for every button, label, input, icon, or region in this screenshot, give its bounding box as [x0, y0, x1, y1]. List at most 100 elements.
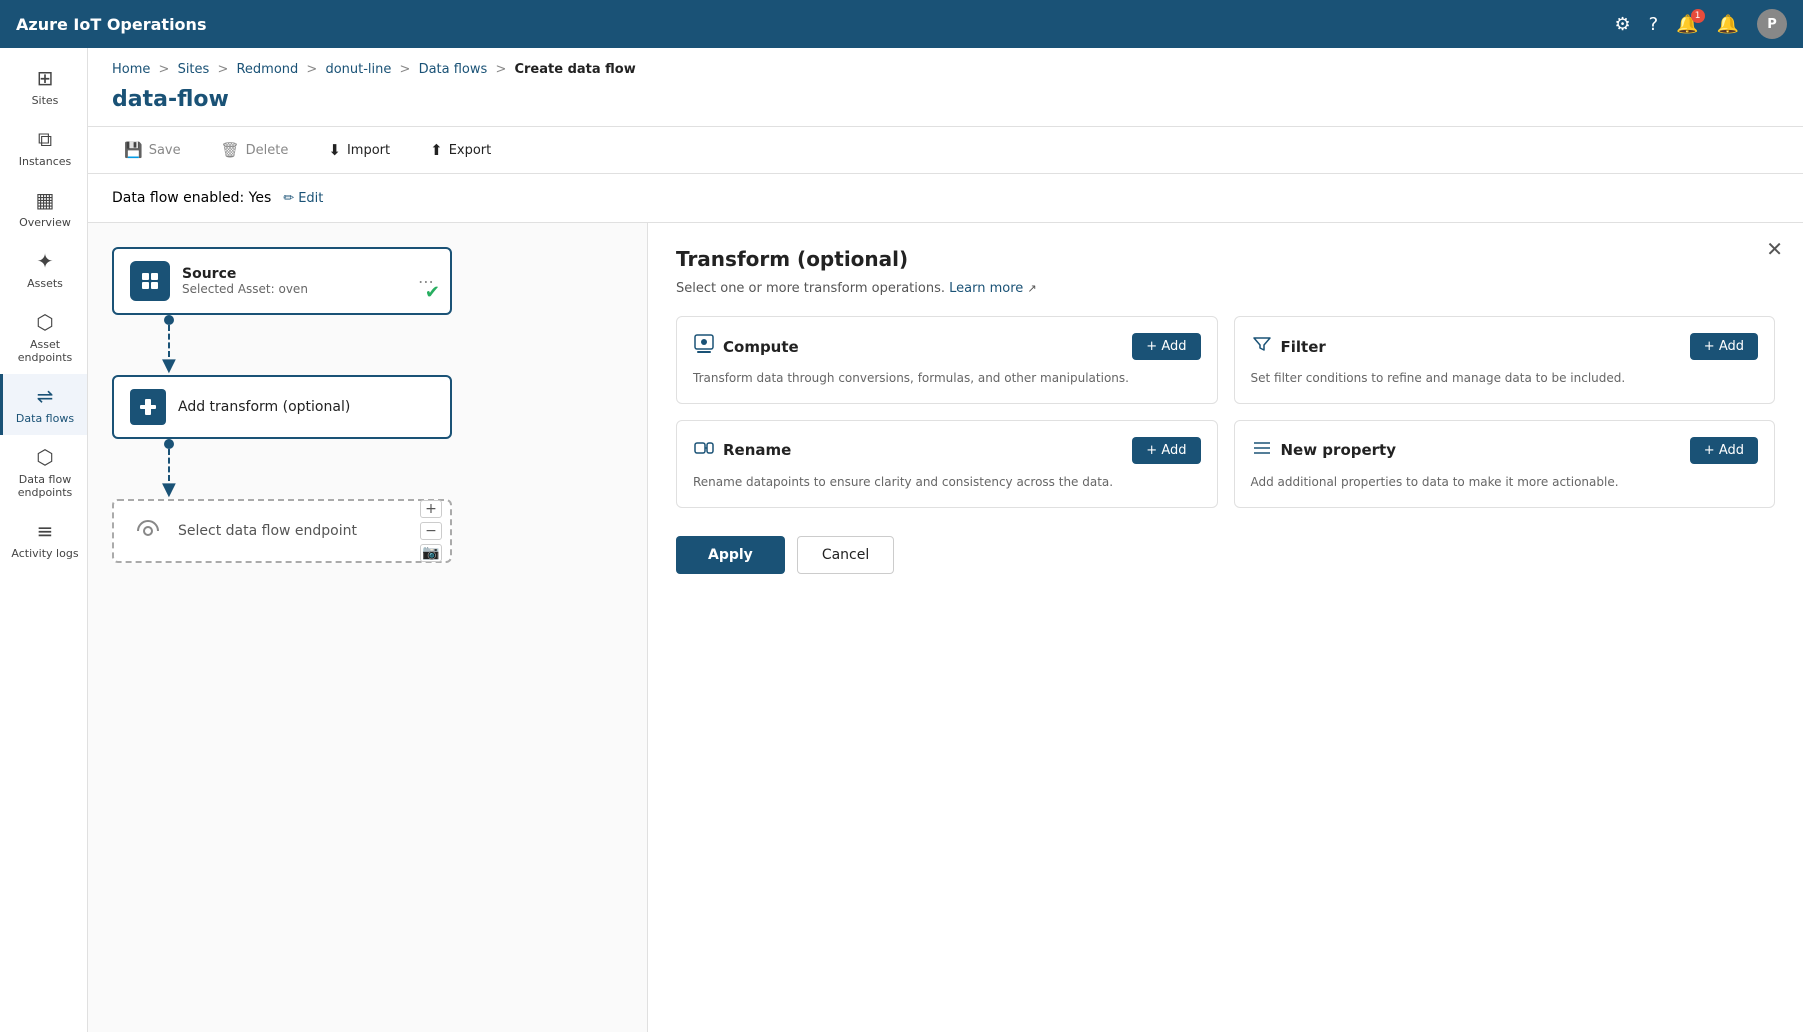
sidebar-item-label: Data flow endpoints [9, 473, 81, 499]
breadcrumb: Home > Sites > Redmond > donut-line > Da… [88, 48, 1803, 83]
source-node-title: Source [182, 266, 406, 282]
endpoint-camera-btn[interactable]: 📷 [420, 544, 442, 562]
data-flow-endpoints-icon: ⬡ [36, 445, 53, 469]
flow-area: Source Selected Asset: oven ⋯ ✔ ▼ [88, 223, 1803, 1032]
source-node-check: ✔ [425, 282, 440, 303]
sites-icon: ⊞ [37, 66, 54, 90]
breadcrumb-redmond[interactable]: Redmond [236, 62, 298, 77]
endpoint-node-icon [130, 513, 166, 549]
endpoint-controls: + − 📷 [420, 501, 442, 561]
dataflow-status: Data flow enabled: Yes [112, 190, 271, 206]
transform-panel: ✕ Transform (optional) Select one or mor… [648, 223, 1803, 1032]
help-icon[interactable]: ? [1649, 14, 1659, 35]
source-node[interactable]: Source Selected Asset: oven ⋯ ✔ [112, 247, 452, 315]
sidebar-item-data-flow-endpoints[interactable]: ⬡ Data flow endpoints [0, 435, 87, 509]
rename-card-name: Rename [723, 441, 791, 459]
new-property-card-name: New property [1281, 441, 1397, 459]
panel-title: Transform (optional) [676, 247, 1775, 271]
compute-card-icon [693, 333, 715, 360]
connector-2: ▼ [112, 439, 623, 499]
filter-card-desc: Set filter conditions to refine and mana… [1251, 370, 1759, 387]
sidebar-item-assets[interactable]: ✦ Assets [0, 239, 87, 300]
breadcrumb-donut-line[interactable]: donut-line [325, 62, 391, 77]
main-content: Home > Sites > Redmond > donut-line > Da… [88, 48, 1803, 1032]
notifications-icon[interactable]: 🔔 1 [1676, 14, 1698, 35]
sidebar-item-label: Instances [19, 155, 72, 168]
flow-canvas: Source Selected Asset: oven ⋯ ✔ ▼ [88, 223, 648, 1032]
filter-add-button[interactable]: + Add [1690, 333, 1758, 360]
delete-button[interactable]: 🗑 Delete [209, 135, 301, 165]
sidebar-item-label: Asset endpoints [9, 338, 81, 364]
settings-icon[interactable]: ⚙ [1614, 14, 1630, 35]
toolbar: 💾 Save 🗑 Delete ⬇ Import ⬆ Export [88, 126, 1803, 174]
filter-card-icon [1251, 333, 1273, 360]
sidebar-item-asset-endpoints[interactable]: ⬡ Asset endpoints [0, 300, 87, 374]
new-property-card-icon [1251, 437, 1273, 464]
export-button[interactable]: ⬆ Export [418, 135, 503, 165]
app-title: Azure IoT Operations [16, 15, 1614, 34]
avatar[interactable]: P [1757, 9, 1787, 39]
endpoint-plus-btn[interactable]: + [420, 500, 442, 518]
dataflow-info-bar: Data flow enabled: Yes ✏ Edit [88, 174, 1803, 223]
new-property-card: New property + Add Add additional proper… [1234, 420, 1776, 508]
rename-card: Rename + Add Rename datapoints to ensure… [676, 420, 1218, 508]
breadcrumb-sites[interactable]: Sites [178, 62, 210, 77]
activity-logs-icon: ≡ [37, 519, 54, 543]
rename-add-button[interactable]: + Add [1132, 437, 1200, 464]
delete-icon: 🗑 [221, 141, 240, 159]
new-property-add-button[interactable]: + Add [1690, 437, 1758, 464]
panel-actions: Apply Cancel [676, 536, 1775, 574]
breadcrumb-home[interactable]: Home [112, 62, 150, 77]
main-layout: ⊞ Sites ⧉ Instances ▦ Overview ✦ Assets … [0, 48, 1803, 1032]
save-icon: 💾 [124, 141, 143, 159]
connector-1: ▼ [112, 315, 623, 375]
panel-close-button[interactable]: ✕ [1766, 239, 1783, 259]
save-button[interactable]: 💾 Save [112, 135, 193, 165]
external-link-icon: ↗ [1027, 282, 1036, 295]
panel-subtitle: Select one or more transform operations.… [676, 281, 1775, 296]
topnav: Azure IoT Operations ⚙ ? 🔔 1 🔔 P [0, 0, 1803, 48]
apply-button[interactable]: Apply [676, 536, 785, 574]
endpoint-node-label: Select data flow endpoint [178, 523, 357, 539]
export-icon: ⬆ [430, 141, 443, 159]
rename-card-desc: Rename datapoints to ensure clarity and … [693, 474, 1201, 491]
overview-icon: ▦ [36, 188, 55, 212]
new-property-card-desc: Add additional properties to data to mak… [1251, 474, 1759, 491]
filter-card: Filter + Add Set filter conditions to re… [1234, 316, 1776, 404]
notification-badge: 1 [1691, 9, 1705, 23]
connector-arrow-1: ▼ [162, 357, 176, 375]
asset-endpoints-icon: ⬡ [36, 310, 53, 334]
connector-dashed-1 [168, 325, 170, 357]
endpoint-minus-btn[interactable]: − [420, 522, 442, 540]
sidebar-item-label: Data flows [16, 412, 74, 425]
learn-more-link[interactable]: Learn more [949, 281, 1023, 296]
import-icon: ⬇ [328, 141, 341, 159]
sidebar-item-label: Assets [27, 277, 63, 290]
sidebar-item-overview[interactable]: ▦ Overview [0, 178, 87, 239]
compute-add-button[interactable]: + Add [1132, 333, 1200, 360]
alerts-icon[interactable]: 🔔 [1717, 14, 1739, 35]
endpoint-node[interactable]: Select data flow endpoint + − 📷 [112, 499, 452, 563]
sidebar-item-activity-logs[interactable]: ≡ Activity logs [0, 509, 87, 570]
data-flows-icon: ⇌ [37, 384, 54, 408]
edit-button[interactable]: ✏ Edit [283, 191, 323, 206]
cancel-button[interactable]: Cancel [797, 536, 894, 574]
breadcrumb-data-flows[interactable]: Data flows [419, 62, 488, 77]
sidebar-item-instances[interactable]: ⧉ Instances [0, 117, 87, 178]
transform-node[interactable]: Add transform (optional) [112, 375, 452, 439]
sidebar-item-data-flows[interactable]: ⇌ Data flows [0, 374, 87, 435]
transform-node-icon [130, 389, 166, 425]
filter-card-name: Filter [1281, 338, 1326, 356]
sidebar-item-label: Sites [32, 94, 59, 107]
assets-icon: ✦ [37, 249, 54, 273]
transform-cards-grid: Compute + Add Transform data through con… [676, 316, 1775, 508]
topnav-icons: ⚙ ? 🔔 1 🔔 P [1614, 9, 1787, 39]
sidebar-item-sites[interactable]: ⊞ Sites [0, 56, 87, 117]
import-button[interactable]: ⬇ Import [316, 135, 402, 165]
sidebar-item-label: Overview [19, 216, 71, 229]
connector-dashed-2 [168, 449, 170, 481]
page-title: data-flow [88, 83, 1803, 126]
rename-card-icon [693, 437, 715, 464]
connector-arrow-2: ▼ [162, 481, 176, 499]
compute-card: Compute + Add Transform data through con… [676, 316, 1218, 404]
